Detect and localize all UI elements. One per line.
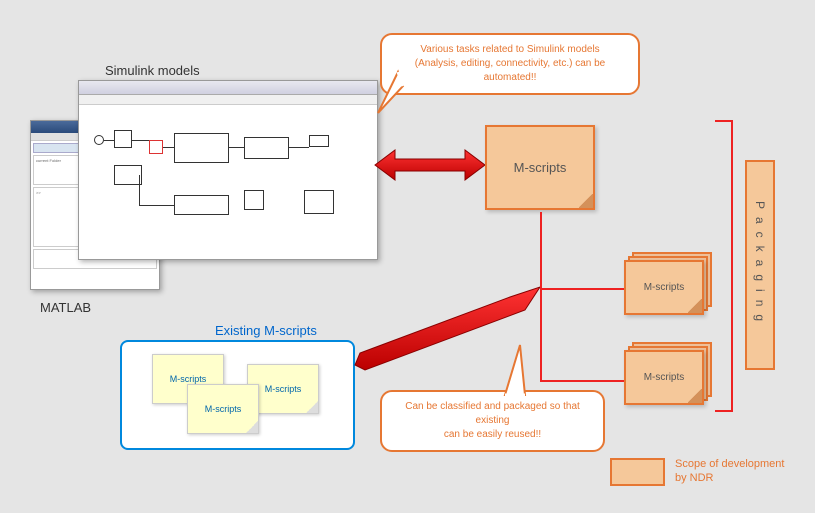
mscript-sub1: M-scripts — [624, 260, 704, 315]
legend-swatch — [610, 458, 665, 486]
tree-hline2 — [540, 380, 624, 382]
legend-line1: Scope of development — [675, 457, 784, 471]
arrow-existing-tree — [345, 285, 545, 375]
mscript-main: M-scripts — [485, 125, 595, 210]
packaging-box: Packaging — [745, 160, 775, 370]
mscript-sub1-label: M-scripts — [644, 282, 685, 293]
packaging-bracket — [715, 120, 733, 412]
existing-label: Existing M-scripts — [215, 323, 317, 338]
simulink-window — [78, 80, 378, 260]
legend-line2: by NDR — [675, 471, 784, 485]
bubble1-line2: (Analysis, editing, connectivity, etc.) … — [394, 57, 626, 85]
mscript-sub2: M-scripts — [624, 350, 704, 405]
bubble2-line2: can be easily reused!! — [394, 428, 591, 442]
tree-hline1 — [540, 288, 624, 290]
bubble1-tail — [368, 68, 408, 128]
existing-mscripts-box: M-scripts M-scripts M-scripts — [120, 340, 355, 450]
matlab-label: MATLAB — [40, 300, 91, 315]
sticky-b: M-scripts — [187, 384, 259, 434]
mscript-main-label: M-scripts — [514, 160, 567, 175]
arrow-simulink-mscripts — [370, 145, 490, 185]
bubble1-line1: Various tasks related to Simulink models — [394, 43, 626, 57]
packaging-label: Packaging — [753, 201, 767, 329]
mscript-sub2-label: M-scripts — [644, 372, 685, 383]
bubble-automation: Various tasks related to Simulink models… — [380, 33, 640, 95]
simulink-label: Simulink models — [105, 63, 200, 78]
bubble2-line1: Can be classified and packaged so that e… — [394, 400, 591, 428]
legend-text: Scope of development by NDR — [675, 457, 784, 486]
tree-vline — [540, 212, 542, 382]
